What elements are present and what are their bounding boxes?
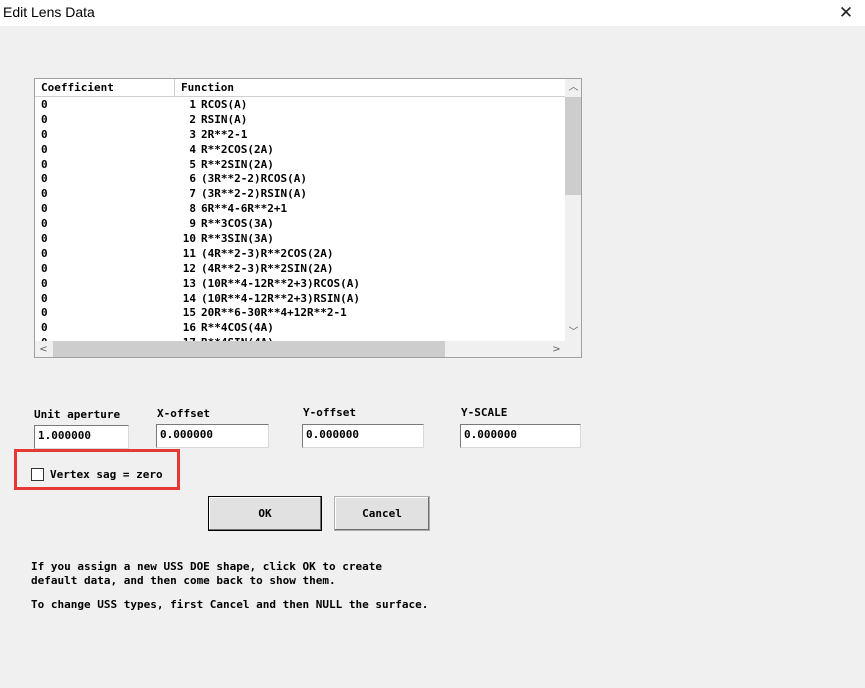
row-function: R**2COS(2A) <box>201 142 274 156</box>
table-row[interactable]: 0 11 (4R**2-3)R**2COS(2A) <box>35 246 565 261</box>
vertical-scrollbar[interactable]: ︿ ﹀ <box>565 79 581 341</box>
table-row[interactable]: 0 6 (3R**2-2)RCOS(A) <box>35 171 565 186</box>
vertical-scroll-thumb[interactable] <box>565 97 581 195</box>
scroll-down-icon[interactable]: ﹀ <box>565 324 581 341</box>
row-coefficient: 0 <box>41 321 48 335</box>
row-number: 5 <box>189 157 196 171</box>
x-offset-input[interactable]: 0.000000 <box>156 424 269 448</box>
row-number: 6 <box>189 172 196 186</box>
row-number: 4 <box>189 142 196 156</box>
column-header-coefficient[interactable]: Coefficient <box>35 79 175 96</box>
row-coefficient: 0 <box>41 291 48 305</box>
unit-aperture-label: Unit aperture <box>34 408 121 421</box>
coefficient-list[interactable]: Coefficient Function 0 1 RCOS(A) 0 2 RSIN(A) 0… <box>34 78 582 358</box>
y-scale-label: Y-SCALE <box>461 406 508 419</box>
row-coefficient: 0 <box>41 261 48 275</box>
row-function: R**3SIN(3A) <box>201 232 274 246</box>
table-row[interactable]: 0 1 RCOS(A) <box>35 97 565 112</box>
row-number: 13 <box>182 276 196 290</box>
table-row[interactable]: 0 4 R**2COS(2A) <box>35 142 565 157</box>
window-title: Edit Lens Data <box>3 4 95 20</box>
row-coefficient: 0 <box>41 187 48 201</box>
row-number: 15 <box>182 306 196 320</box>
row-number: 8 <box>189 202 196 216</box>
row-number: 14 <box>182 291 196 305</box>
row-function: R**2SIN(2A) <box>201 157 274 171</box>
row-function: (10R**4-12R**2+3)RSIN(A) <box>201 291 360 305</box>
row-function: 2R**2-1 <box>201 127 248 141</box>
close-icon[interactable]: ✕ <box>835 2 857 24</box>
row-number: 11 <box>182 246 196 260</box>
horizontal-scroll-thumb[interactable] <box>53 341 445 357</box>
table-row[interactable]: 0 13 (10R**4-12R**2+3)RCOS(A) <box>35 276 565 291</box>
note-line-1: If you assign a new USS DOE shape, click… <box>31 560 382 573</box>
cancel-button[interactable]: Cancel <box>334 496 430 531</box>
row-coefficient: 0 <box>41 246 48 260</box>
table-row[interactable]: 0 12 (4R**2-3)R**2SIN(2A) <box>35 261 565 276</box>
note-line-3: To change USS types, first Cancel and th… <box>31 598 429 611</box>
scroll-right-icon[interactable]: > <box>548 341 565 357</box>
horizontal-scrollbar[interactable]: < > <box>35 341 565 357</box>
row-coefficient: 0 <box>41 217 48 231</box>
row-coefficient: 0 <box>41 157 48 171</box>
table-row[interactable]: 0 2 RSIN(A) <box>35 112 565 127</box>
list-rows: 0 1 RCOS(A) 0 2 RSIN(A) 0 3 2R**2-1 0 4 R**2COS(2A)… <box>35 97 565 342</box>
table-row[interactable]: 0 16 R**4COS(4A) <box>35 320 565 335</box>
row-coefficient: 0 <box>41 306 48 320</box>
row-function: (3R**2-2)RSIN(A) <box>201 187 307 201</box>
row-coefficient: 0 <box>41 127 48 141</box>
row-coefficient: 0 <box>41 172 48 186</box>
table-row[interactable]: 0 15 20R**6-30R**4+12R**2-1 <box>35 305 565 320</box>
row-function: RSIN(A) <box>201 112 248 126</box>
table-row[interactable]: 0 5 R**2SIN(2A) <box>35 157 565 172</box>
vertex-sag-checkbox[interactable] <box>31 468 44 481</box>
vertex-sag-label[interactable]: Vertex sag = zero <box>50 468 163 481</box>
row-function: (4R**2-3)R**2SIN(2A) <box>201 261 334 275</box>
row-function: 6R**4-6R**2+1 <box>201 202 288 216</box>
table-row[interactable]: 0 9 R**3COS(3A) <box>35 216 565 231</box>
row-function: RCOS(A) <box>201 98 248 111</box>
row-number: 7 <box>189 187 196 201</box>
row-number: 2 <box>189 112 196 126</box>
row-number: 10 <box>182 232 196 246</box>
list-header: Coefficient Function <box>35 79 565 97</box>
scroll-up-icon[interactable]: ︿ <box>565 79 581 96</box>
row-function: (4R**2-3)R**2COS(2A) <box>201 246 334 260</box>
scroll-left-icon[interactable]: < <box>35 341 52 357</box>
row-number: 3 <box>189 127 196 141</box>
table-row[interactable]: 0 3 2R**2-1 <box>35 127 565 142</box>
row-number: 1 <box>189 98 196 111</box>
row-number: 12 <box>182 261 196 275</box>
table-row[interactable]: 0 8 6R**4-6R**2+1 <box>35 201 565 216</box>
row-coefficient: 0 <box>41 112 48 126</box>
row-function: (3R**2-2)RCOS(A) <box>201 172 307 186</box>
y-offset-label: Y-offset <box>303 406 356 419</box>
title-bar: Edit Lens Data ✕ <box>0 0 865 26</box>
row-coefficient: 0 <box>41 202 48 216</box>
x-offset-label: X-offset <box>157 407 210 420</box>
row-function: R**4COS(4A) <box>201 321 274 335</box>
scroll-corner <box>565 341 581 357</box>
row-function: 20R**6-30R**4+12R**2-1 <box>201 306 347 320</box>
table-row[interactable]: 0 7 (3R**2-2)RSIN(A) <box>35 186 565 201</box>
row-function: (10R**4-12R**2+3)RCOS(A) <box>201 276 360 290</box>
note-line-2: default data, and then come back to show… <box>31 574 336 587</box>
column-header-function[interactable]: Function <box>175 79 565 96</box>
row-number: 16 <box>182 321 196 335</box>
unit-aperture-input[interactable]: 1.000000 <box>34 425 129 449</box>
row-number: 9 <box>189 217 196 231</box>
table-row[interactable]: 0 14 (10R**4-12R**2+3)RSIN(A) <box>35 291 565 306</box>
y-offset-input[interactable]: 0.000000 <box>302 424 424 448</box>
table-row[interactable]: 0 10 R**3SIN(3A) <box>35 231 565 246</box>
ok-button[interactable]: OK <box>208 496 322 531</box>
row-coefficient: 0 <box>41 142 48 156</box>
row-coefficient: 0 <box>41 98 48 111</box>
row-function: R**3COS(3A) <box>201 217 274 231</box>
row-coefficient: 0 <box>41 232 48 246</box>
row-coefficient: 0 <box>41 276 48 290</box>
y-scale-input[interactable]: 0.000000 <box>460 424 581 448</box>
